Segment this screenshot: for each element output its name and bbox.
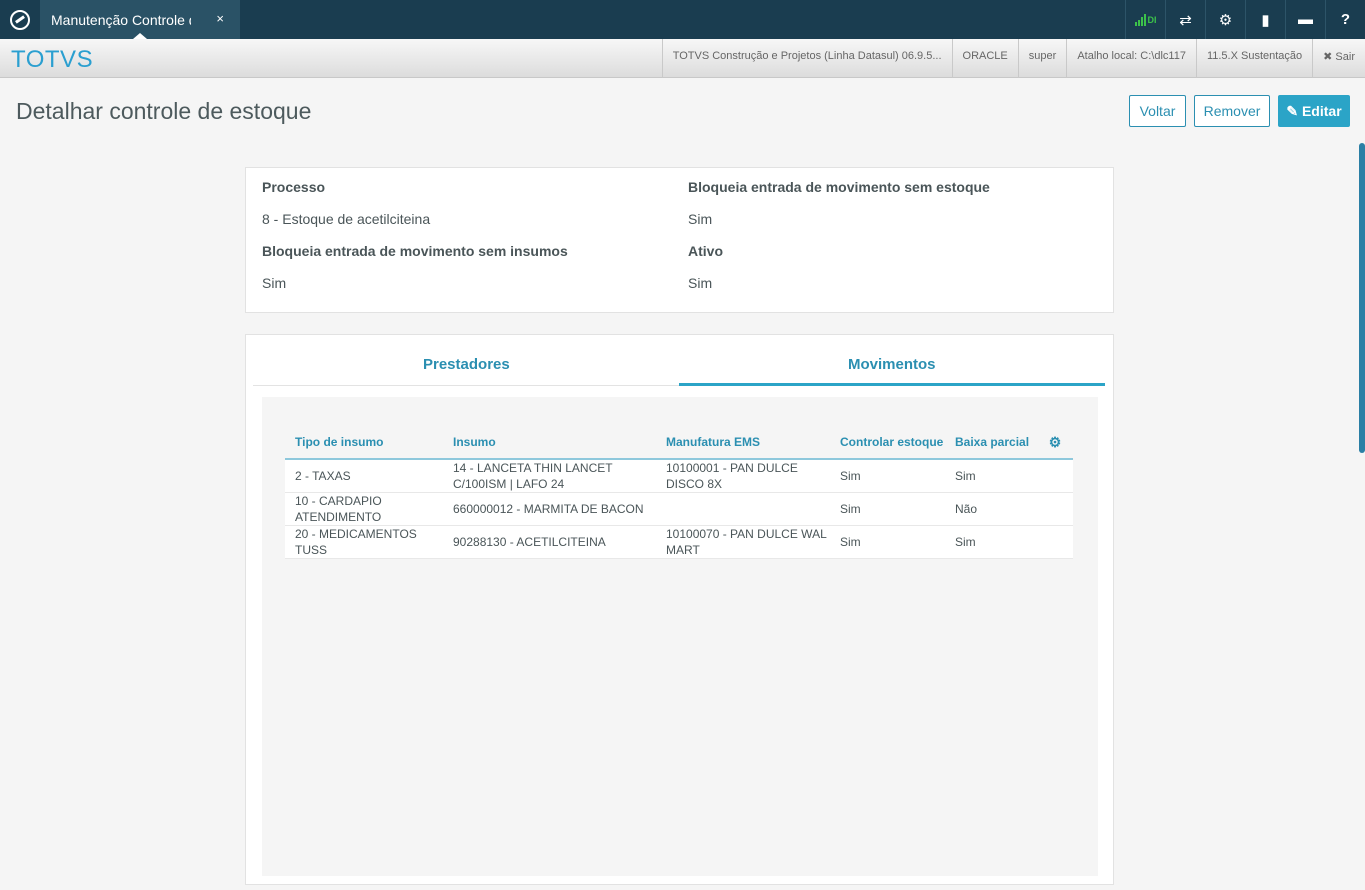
ativo-label: Ativo [688,243,723,259]
top-bar: Manutenção Controle de Estoque × DI ⇄ ⚙ … [0,0,1365,39]
table-cell: 10 - CARDAPIO ATENDIMENTO [285,492,443,526]
help-icon[interactable]: ? [1325,0,1365,39]
bloqueia-estoque-label: Bloqueia entrada de movimento sem estoqu… [688,179,990,195]
table-row[interactable]: 20 - MEDICAMENTOS TUSS 90288130 - ACETIL… [285,525,1073,559]
ativo-value: Sim [688,275,713,291]
app-tab[interactable]: Manutenção Controle de Estoque × [40,0,240,39]
column-header[interactable]: Manufatura EMS [656,426,830,460]
bloqueia-insumos-value: Sim [262,275,287,291]
user-info[interactable]: super [1017,39,1067,78]
table-row[interactable]: 2 - TAXAS 14 - LANCETA THIN LANCET C/100… [285,459,1073,493]
close-icon[interactable]: × [216,11,224,26]
session-info: TOTVS Construção e Projetos (Linha Datas… [661,39,1365,78]
table-cell: 90288130 - ACETILCITEINA [443,525,656,559]
product-info[interactable]: TOTVS Construção e Projetos (Linha Datas… [661,39,952,78]
logout-button[interactable]: ✖ Sair [1312,39,1365,78]
info-bar: TOTVS TOTVS Construção e Projetos (Linha… [0,39,1365,78]
shuffle-icon[interactable]: ⇄ [1165,0,1205,39]
table-row[interactable]: 10 - CARDAPIO ATENDIMENTO 660000012 - MA… [285,492,1073,526]
table-cell [656,492,830,526]
table-cell: 10100001 - PAN DULCE DISCO 8X [656,459,830,493]
column-header[interactable]: Insumo [443,426,656,460]
active-tab-indicator [679,383,1105,386]
column-header[interactable]: Tipo de insumo [285,426,443,460]
top-toolbar: DI ⇄ ⚙ ▮ ▬ ? [1125,0,1365,39]
gear-icon[interactable]: ⚙ [1205,0,1245,39]
processo-label: Processo [262,179,326,195]
column-header[interactable]: Controlar estoque [830,426,945,460]
page-scrollbar[interactable] [1359,143,1365,453]
table-cell: Sim [830,492,945,526]
signal-icon [1134,13,1146,26]
column-header[interactable]: Baixa parcial [945,426,1037,460]
processo-value: 8 - Estoque de acetilciteina [262,211,431,227]
table-cell: 660000012 - MARMITA DE BACON [443,492,656,526]
signal-text: DI [1147,14,1157,25]
menu-logo-button[interactable] [0,0,40,39]
table-cell: 2 - TAXAS [285,459,443,493]
page-title: Detalhar controle de estoque [16,98,312,124]
version-info[interactable]: 11.5.X Sustentação [1195,39,1312,78]
bloqueia-insumos-label: Bloqueia entrada de movimento sem insumo… [262,243,568,259]
movimentos-table: Tipo de insumo Insumo Manufatura EMS Con… [285,426,1073,559]
table-cell [1037,492,1073,526]
table-cell: Sim [830,459,945,493]
table-cell: 20 - MEDICAMENTOS TUSS [285,525,443,559]
shortcut-info[interactable]: Atalho local: C:\dlc117 [1066,39,1196,78]
table-cell: 10100070 - PAN DULCE WAL MART [656,525,830,559]
table-cell: Sim [945,525,1037,559]
document-icon[interactable]: ▮ [1245,0,1285,39]
app-tab-label: Manutenção Controle de Estoque [51,11,191,28]
totvs-logo-icon [10,9,30,30]
table-cell: Sim [945,459,1037,493]
table-cell: Sim [830,525,945,559]
table-cell: 14 - LANCETA THIN LANCET C/100ISM | LAFO… [443,459,656,493]
table-header-row: Tipo de insumo Insumo Manufatura EMS Con… [285,426,1073,460]
tab-prestadores[interactable]: Prestadores [423,356,510,373]
table-cell [1037,459,1073,493]
back-button[interactable]: Voltar [1129,95,1186,127]
remove-button[interactable]: Remover [1194,95,1270,127]
table-cell: Não [945,492,1037,526]
column-settings-gear-icon[interactable]: ⚙ [1037,426,1073,460]
brand-logo: TOTVS [11,46,94,73]
tab-movimentos[interactable]: Movimentos [848,356,936,373]
signal-status[interactable]: DI [1125,0,1165,39]
bloqueia-estoque-value: Sim [688,211,713,227]
chat-icon[interactable]: ▬ [1285,0,1325,39]
table-cell [1037,525,1073,559]
edit-button[interactable]: ✎ Editar [1278,95,1350,127]
database-info[interactable]: ORACLE [951,39,1018,78]
